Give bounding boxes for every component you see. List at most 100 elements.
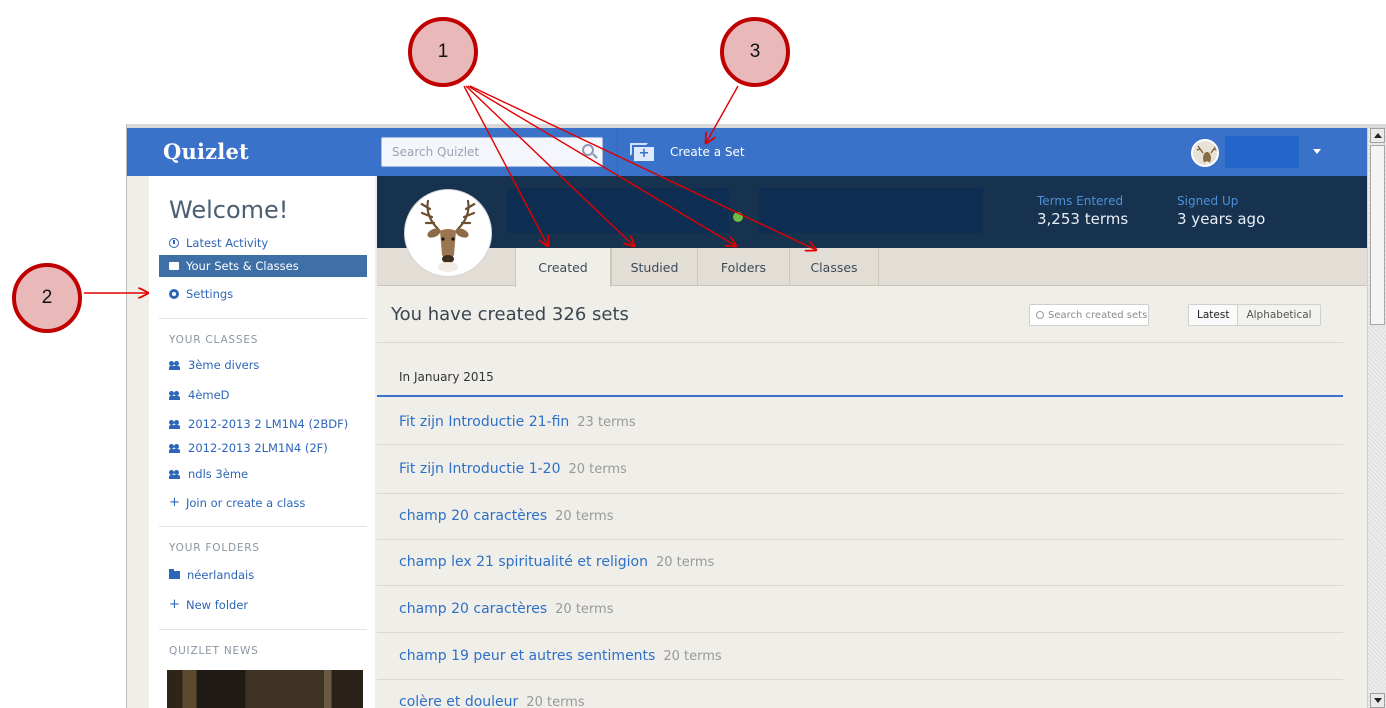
username-redacted (507, 188, 729, 233)
vertical-scrollbar[interactable] (1367, 128, 1386, 708)
divider (377, 585, 1343, 586)
set-term-count: 20 terms (568, 462, 627, 477)
callout-2: 2 (12, 263, 82, 333)
class-item[interactable]: 4èmeD (159, 382, 367, 404)
tab-folders[interactable]: Folders (697, 248, 789, 286)
scroll-down-icon[interactable] (1370, 693, 1385, 708)
gear-icon (169, 289, 179, 299)
set-row[interactable]: champ 19 peur et autres sentiments 20 ter… (399, 648, 722, 664)
filter-placeholder: Search created sets (1048, 310, 1148, 321)
divider (377, 342, 1343, 343)
sidebar-item-latest-activity[interactable]: Latest Activity (159, 230, 367, 252)
sort-latest-button[interactable]: Latest (1189, 305, 1239, 325)
create-set-label: Create a Set (670, 145, 745, 159)
divider (377, 444, 1343, 445)
quizlet-logo[interactable]: Quizlet (163, 139, 249, 164)
scroll-up-icon[interactable] (1370, 128, 1385, 143)
set-title[interactable]: champ 20 caractères (399, 601, 547, 617)
tab-classes[interactable]: Classes (789, 248, 879, 286)
tab-label: Created (538, 260, 588, 275)
set-title[interactable]: Fit zijn Introductie 21-fin (399, 414, 569, 430)
month-heading: In January 2015 (399, 370, 494, 384)
profile-tabs: Created Studied Folders Classes (377, 248, 1367, 287)
sidebar-item-label: Latest Activity (186, 236, 269, 250)
chevron-down-icon[interactable] (1313, 149, 1321, 154)
user-name-redacted[interactable] (1225, 136, 1299, 168)
page-title: You have created 326 sets (391, 304, 629, 325)
news-heading: QUIZLET NEWS (169, 645, 259, 657)
set-term-count: 23 terms (577, 415, 636, 430)
class-item[interactable]: 3ème divers (159, 352, 367, 374)
sidebar-item-label: Settings (186, 287, 234, 301)
terms-entered-label: Terms Entered (1037, 194, 1124, 208)
users-icon (169, 419, 181, 429)
callout-1-label: 1 (437, 41, 449, 62)
users-icon (169, 360, 181, 370)
deer-avatar-icon (408, 193, 488, 273)
sort-alphabetical-button[interactable]: Alphabetical (1238, 305, 1320, 325)
class-item[interactable]: 2012-2013 2 LM1N4 (2BDF) (159, 411, 367, 433)
set-title[interactable]: colère et douleur (399, 694, 518, 708)
create-set-button[interactable]: + Create a Set (617, 128, 745, 176)
divider (377, 539, 1343, 540)
join-class-link[interactable]: + Join or create a class (159, 490, 367, 512)
callout-2-label: 2 (41, 287, 53, 308)
folder-item[interactable]: néerlandais (159, 562, 367, 584)
divider (159, 629, 367, 630)
plus-icon: + (169, 495, 180, 510)
sidebar-item-label: Your Sets & Classes (186, 259, 299, 273)
set-row[interactable]: champ lex 21 spiritualité et religion 20 … (399, 554, 714, 570)
new-folder-link[interactable]: + New folder (159, 592, 367, 614)
news-image[interactable] (167, 670, 363, 708)
divider (377, 632, 1343, 633)
realname-redacted (759, 188, 983, 233)
signed-up-value: 3 years ago (1177, 210, 1266, 228)
sidebar-item-settings[interactable]: Settings (159, 281, 367, 303)
classes-heading: YOUR CLASSES (169, 334, 259, 346)
divider (159, 526, 367, 527)
set-row[interactable]: champ 20 caractères 20 terms (399, 601, 613, 617)
profile-header: Terms Entered 3,253 terms Signed Up 3 ye… (377, 176, 1367, 248)
set-title[interactable]: champ 20 caractères (399, 508, 547, 524)
divider (377, 679, 1343, 680)
folder-label: néerlandais (187, 568, 255, 582)
search-icon[interactable] (582, 144, 594, 156)
set-term-count: 20 terms (663, 649, 722, 664)
class-item[interactable]: ndls 3ème (159, 461, 367, 483)
class-label: 4èmeD (188, 388, 230, 402)
class-label: ndls 3ème (188, 467, 249, 481)
sidebar-item-your-sets[interactable]: Your Sets & Classes (159, 255, 367, 277)
set-term-count: 20 terms (555, 602, 614, 617)
tab-studied[interactable]: Studied (611, 248, 697, 286)
set-title[interactable]: champ lex 21 spiritualité et religion (399, 554, 648, 570)
class-label: 2012-2013 2 LM1N4 (2BDF) (188, 417, 349, 431)
online-status-dot (733, 212, 743, 222)
profile-avatar[interactable] (405, 190, 491, 276)
callout-1: 1 (408, 17, 478, 87)
join-class-label: Join or create a class (186, 496, 306, 510)
tab-label: Folders (720, 259, 767, 275)
class-label: 2012-2013 2LM1N4 (2F) (188, 441, 328, 455)
set-row[interactable]: champ 20 caractères 20 terms (399, 508, 613, 524)
divider (377, 493, 1343, 494)
scrollbar-thumb[interactable] (1370, 145, 1385, 325)
search-created-sets-input[interactable]: Search created sets (1029, 304, 1149, 326)
set-row[interactable]: Fit zijn Introductie 21-fin 23 terms (399, 414, 636, 430)
folder-icon (169, 569, 180, 579)
tab-created[interactable]: Created (515, 248, 611, 287)
user-avatar[interactable] (1191, 139, 1219, 167)
tab-label: Studied (630, 259, 679, 275)
plus-icon: + (169, 597, 180, 612)
new-folder-label: New folder (186, 598, 249, 612)
set-row[interactable]: Fit zijn Introductie 1-20 20 terms (399, 461, 627, 477)
set-title[interactable]: Fit zijn Introductie 1-20 (399, 461, 561, 477)
search-input[interactable]: Search Quizlet (381, 137, 603, 167)
sort-toggle: Latest Alphabetical (1188, 304, 1321, 326)
users-icon (169, 469, 181, 479)
set-title[interactable]: champ 19 peur et autres sentiments (399, 648, 655, 664)
set-row[interactable]: colère et douleur 20 terms (399, 694, 585, 708)
callout-3-label: 3 (749, 41, 761, 62)
class-item[interactable]: 2012-2013 2LM1N4 (2F) (159, 435, 367, 457)
deer-avatar-icon (1196, 145, 1217, 165)
divider (159, 318, 367, 319)
